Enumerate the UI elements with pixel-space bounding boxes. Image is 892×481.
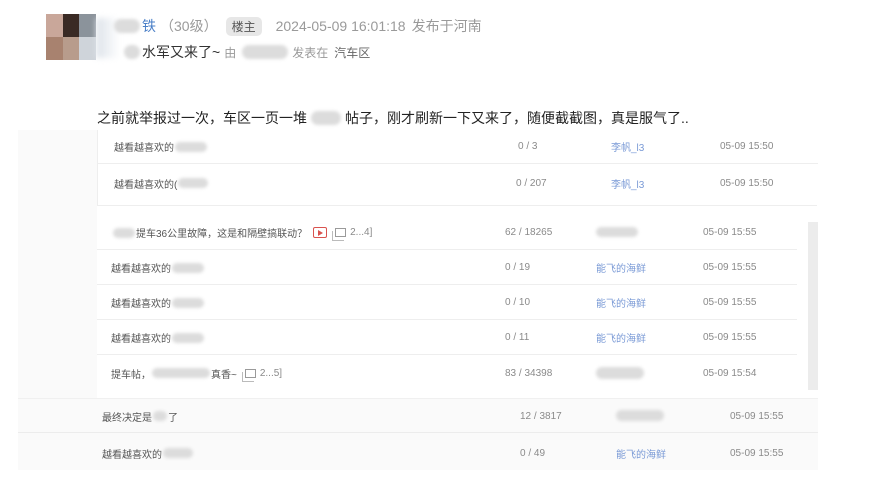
author-redaction: [596, 367, 644, 379]
thread-row: 越看越喜欢的( 0 / 207 李帆_l3 05-09 15:50: [98, 166, 818, 200]
reply-view-count: 0 / 10: [505, 297, 531, 308]
embedded-screenshot-3: 最终决定是 了 12 / 3817 05-09 15:55 越看越喜欢的 0 /…: [18, 398, 818, 470]
author-level: （30级）: [160, 18, 218, 34]
board-link[interactable]: 汽车区: [334, 44, 370, 61]
thread-row: 提车36公里故障，这是和隔壁搞联动？ 2...4] 62 / 18265 05-…: [97, 216, 797, 250]
thread-title: 越看越喜欢的: [111, 295, 204, 310]
thread-author: 能飞的海鲜: [596, 334, 646, 345]
thread-title: 越看越喜欢的: [102, 446, 193, 461]
reply-view-count: 62 / 18265: [505, 227, 553, 238]
post-body-part1: 之前就举报过一次，车区一页一堆: [97, 110, 307, 126]
post-body-redaction: [311, 111, 341, 125]
title-redaction: [124, 45, 140, 59]
thread-author: 李帆_l3: [611, 143, 645, 154]
title-redaction: [172, 332, 204, 343]
thread-row: 越看越喜欢的 0 / 10 能飞的海鲜 05-09 15:55: [97, 286, 797, 320]
thread-date: 05-09 15:54: [703, 367, 757, 379]
post-location: 发布于河南: [411, 18, 482, 34]
quoted-thread-line: 水军又来了~ 由 发表在 汽车区: [124, 42, 370, 62]
author-line: 铁 （30级） 楼主 2024-05-09 16:01:18 发布于河南: [108, 16, 482, 36]
thread-title: 越看越喜欢的(: [114, 176, 209, 191]
posted-in-label: 发表在: [292, 45, 329, 60]
thread-row: 越看越喜欢的 0 / 19 能飞的海鲜 05-09 15:55: [97, 251, 797, 285]
thread-date: 05-09 15:55: [703, 297, 757, 308]
thread-date: 05-09 15:55: [703, 227, 757, 238]
screenshot-backdrop: [18, 130, 97, 398]
title-redaction: [113, 227, 135, 238]
thread-row: 提车帖， 真香~ 2...5] 83 / 34398 05-09 15:54: [97, 356, 797, 390]
video-play-icon: [313, 227, 328, 238]
post-body-part2: 帖子，刚才刷新一下又来了，随便截截图，真是服气了..: [345, 110, 689, 126]
page-links[interactable]: 2...5]: [260, 368, 282, 379]
title-redaction: [172, 297, 204, 308]
quoted-author-redaction: [242, 45, 289, 59]
avatar[interactable]: [46, 14, 96, 60]
op-badge: 楼主: [225, 16, 262, 36]
quoted-thread-title[interactable]: 水军又来了~: [142, 42, 220, 62]
thread-date: 05-09 15:50: [720, 177, 774, 189]
author-name[interactable]: 铁: [142, 16, 156, 36]
row-divider: [18, 432, 818, 433]
title-redaction: [178, 178, 209, 188]
thread-date: 05-09 15:55: [730, 447, 784, 459]
thread-date: 05-09 15:50: [720, 141, 774, 152]
title-redaction: [152, 368, 210, 378]
thread-author: 能飞的海鲜: [596, 264, 646, 275]
author-redaction: [596, 227, 638, 238]
thread-date: 05-09 15:55: [730, 410, 784, 422]
image-gallery-icon: [332, 228, 347, 241]
thread-title: 越看越喜欢的: [111, 260, 204, 275]
screenshot-scrollbar: [808, 222, 818, 390]
reply-view-count: 0 / 19: [505, 262, 531, 273]
thread-author: [596, 367, 644, 379]
reply-view-count: 0 / 11: [505, 332, 530, 343]
thread-title: 越看越喜欢的: [111, 330, 204, 345]
reply-view-count: 0 / 3: [518, 141, 538, 152]
thread-title: 提车36公里故障，这是和隔壁搞联动？ 2...4]: [113, 225, 372, 241]
image-gallery-icon: [241, 368, 256, 382]
thread-author: 李帆_l3: [611, 179, 645, 191]
embedded-screenshot-2: 提车36公里故障，这是和隔壁搞联动？ 2...4] 62 / 18265 05-…: [97, 214, 819, 398]
thread-author: 能飞的海鲜: [616, 449, 666, 461]
title-redaction: [172, 262, 204, 273]
thread-author: [616, 410, 664, 422]
thread-title: 越看越喜欢的: [114, 139, 207, 154]
thread-row: 越看越喜欢的 0 / 11 能飞的海鲜 05-09 15:55: [97, 321, 797, 355]
thread-title: 最终决定是 了: [102, 411, 178, 424]
reply-view-count: 0 / 49: [520, 447, 546, 459]
title-redaction: [153, 411, 167, 421]
post-header: 铁 （30级） 楼主 2024-05-09 16:01:18 发布于河南 水军又…: [46, 14, 866, 64]
post-body-text: 之前就举报过一次，车区一页一堆 帖子，刚才刷新一下又来了，随便截截图，真是服气了…: [97, 108, 689, 128]
author-redaction: [616, 410, 664, 422]
page-links[interactable]: 2...4]: [350, 227, 372, 238]
by-label: 由: [224, 45, 237, 60]
thread-row: 最终决定是 了 12 / 3817 05-09 15:55: [18, 399, 818, 433]
thread-date: 05-09 15:55: [703, 332, 757, 343]
title-redaction: [163, 448, 193, 458]
thread-title: 提车帖， 真香~ 2...5]: [111, 367, 283, 382]
reply-view-count: 0 / 207: [516, 177, 547, 189]
thread-row: 越看越喜欢的 0 / 49 能飞的海鲜 05-09 15:55: [18, 436, 818, 470]
reply-view-count: 12 / 3817: [520, 410, 562, 422]
thread-author: [596, 227, 638, 238]
thread-date: 05-09 15:55: [703, 262, 757, 273]
reply-view-count: 83 / 34398: [505, 367, 553, 379]
title-redaction: [175, 141, 207, 152]
embedded-screenshot-1: 越看越喜欢的 0 / 3 李帆_l3 05-09 15:50 越看越喜欢的( 0…: [97, 130, 818, 206]
thread-author: 能飞的海鲜: [596, 299, 646, 310]
thread-row: 越看越喜欢的 0 / 3 李帆_l3 05-09 15:50: [98, 130, 818, 164]
post-timestamp: 2024-05-09 16:01:18: [275, 18, 406, 34]
author-name-redaction: [114, 19, 140, 33]
